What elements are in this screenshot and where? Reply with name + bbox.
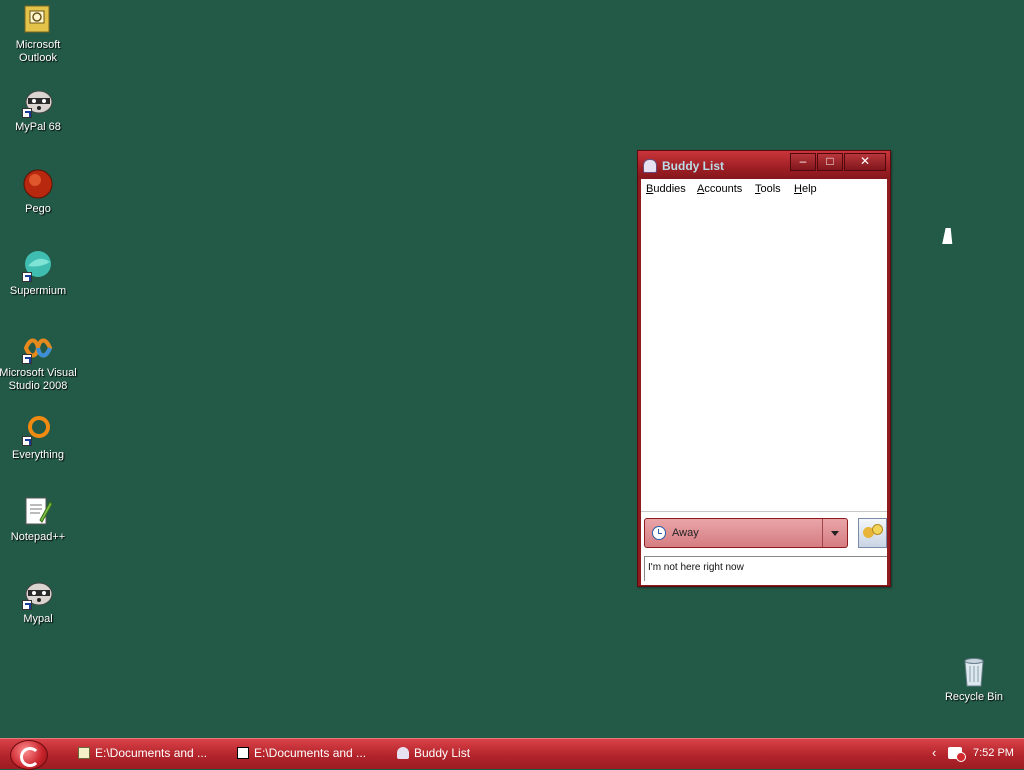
desktop-icon-notepadpp[interactable]: Notepad++ bbox=[0, 496, 78, 544]
desktop-icon-mypal68[interactable]: MyPal 68 bbox=[0, 86, 78, 134]
status-value: Away bbox=[672, 527, 699, 539]
desktop-icon-pego[interactable]: Pego bbox=[0, 168, 78, 216]
clock-icon bbox=[652, 526, 666, 540]
desktop-icon-supermium[interactable]: Supermium bbox=[0, 250, 78, 298]
tray-expand-icon[interactable]: ‹ bbox=[932, 745, 936, 760]
desktop-icon-mypal[interactable]: Mypal bbox=[0, 578, 78, 626]
desktop-icon-label: Mypal bbox=[23, 613, 53, 625]
shortcut-arrow-icon bbox=[22, 600, 32, 610]
desktop-icon-label: Everything bbox=[12, 449, 64, 461]
outlook-icon bbox=[22, 4, 54, 36]
desktop-icon-outlook[interactable]: Microsoft Outlook bbox=[0, 4, 78, 65]
menu-tools[interactable]: Tools bbox=[755, 183, 781, 195]
start-button[interactable] bbox=[10, 740, 48, 770]
desktop-icon-visual-studio[interactable]: Microsoft Visual Studio 2008 bbox=[0, 332, 78, 393]
buddy-icon bbox=[872, 524, 883, 535]
buddy-icon-button[interactable] bbox=[858, 518, 887, 548]
raccoon-icon bbox=[22, 86, 54, 118]
desktop-icon-label: Recycle Bin bbox=[944, 691, 1004, 703]
notepad-icon bbox=[78, 747, 90, 759]
desktop-icon-label: MyPal 68 bbox=[15, 121, 61, 133]
taskbar: E:\Documents and ... E:\Documents and ..… bbox=[0, 738, 1024, 770]
desktop-icon-label: Microsoft Visual Studio 2008 bbox=[0, 367, 77, 392]
pidgin-icon bbox=[643, 159, 657, 173]
shortcut-arrow-icon bbox=[22, 272, 32, 282]
menu-accounts[interactable]: Accounts bbox=[697, 183, 742, 195]
taskbar-clock[interactable]: 7:52 PM bbox=[973, 747, 1014, 759]
menu-buddies[interactable]: Buddies bbox=[646, 183, 686, 195]
close-button[interactable]: ✕ bbox=[844, 153, 886, 171]
maximize-button[interactable]: □ bbox=[817, 153, 843, 171]
chevron-down-icon[interactable] bbox=[822, 519, 847, 547]
desktop-icon-label: Supermium bbox=[9, 285, 67, 297]
supermium-icon bbox=[22, 250, 54, 282]
everything-icon bbox=[22, 414, 54, 446]
desktop-icon-label: Microsoft Outlook bbox=[15, 39, 61, 64]
minimize-button[interactable]: – bbox=[790, 153, 816, 171]
pidgin-icon bbox=[397, 747, 409, 759]
buddy-list-area[interactable] bbox=[641, 199, 887, 512]
buddy-list-window: Buddy List – □ ✕ Buddies Accounts Tools … bbox=[637, 150, 891, 587]
menu-help[interactable]: Help bbox=[794, 183, 817, 195]
shortcut-arrow-icon bbox=[22, 354, 32, 364]
menu-bar: Buddies Accounts Tools Help bbox=[641, 179, 887, 199]
status-dropdown[interactable]: Away bbox=[644, 518, 848, 548]
status-message-input[interactable]: I'm not here right now bbox=[644, 556, 887, 581]
status-area: Away I'm not here right now bbox=[641, 512, 887, 585]
visual-studio-icon bbox=[22, 332, 54, 364]
shortcut-arrow-icon bbox=[22, 436, 32, 446]
network-icon[interactable] bbox=[948, 747, 966, 762]
mouse-cursor-icon bbox=[942, 228, 956, 244]
taskbar-item-7zip[interactable]: E:\Documents and ... bbox=[237, 746, 366, 760]
desktop-icon-recycle-bin[interactable]: Recycle Bin bbox=[934, 656, 1014, 704]
desktop-icon-everything[interactable]: Everything bbox=[0, 414, 78, 462]
shortcut-arrow-icon bbox=[22, 108, 32, 118]
title-bar[interactable]: Buddy List – □ ✕ bbox=[638, 151, 890, 179]
desktop-icon-label: Pego bbox=[25, 203, 51, 215]
window-title: Buddy List bbox=[662, 159, 724, 173]
taskbar-item-buddy-list[interactable]: Buddy List bbox=[397, 746, 470, 760]
taskbar-item-notepad[interactable]: E:\Documents and ... bbox=[78, 746, 207, 760]
notepadpp-icon bbox=[22, 496, 54, 528]
7zip-icon bbox=[237, 747, 249, 759]
raccoon-icon bbox=[22, 578, 54, 610]
recycle-bin-icon bbox=[958, 656, 990, 688]
desktop-icon-label: Notepad++ bbox=[10, 531, 66, 543]
pego-icon bbox=[22, 168, 54, 200]
